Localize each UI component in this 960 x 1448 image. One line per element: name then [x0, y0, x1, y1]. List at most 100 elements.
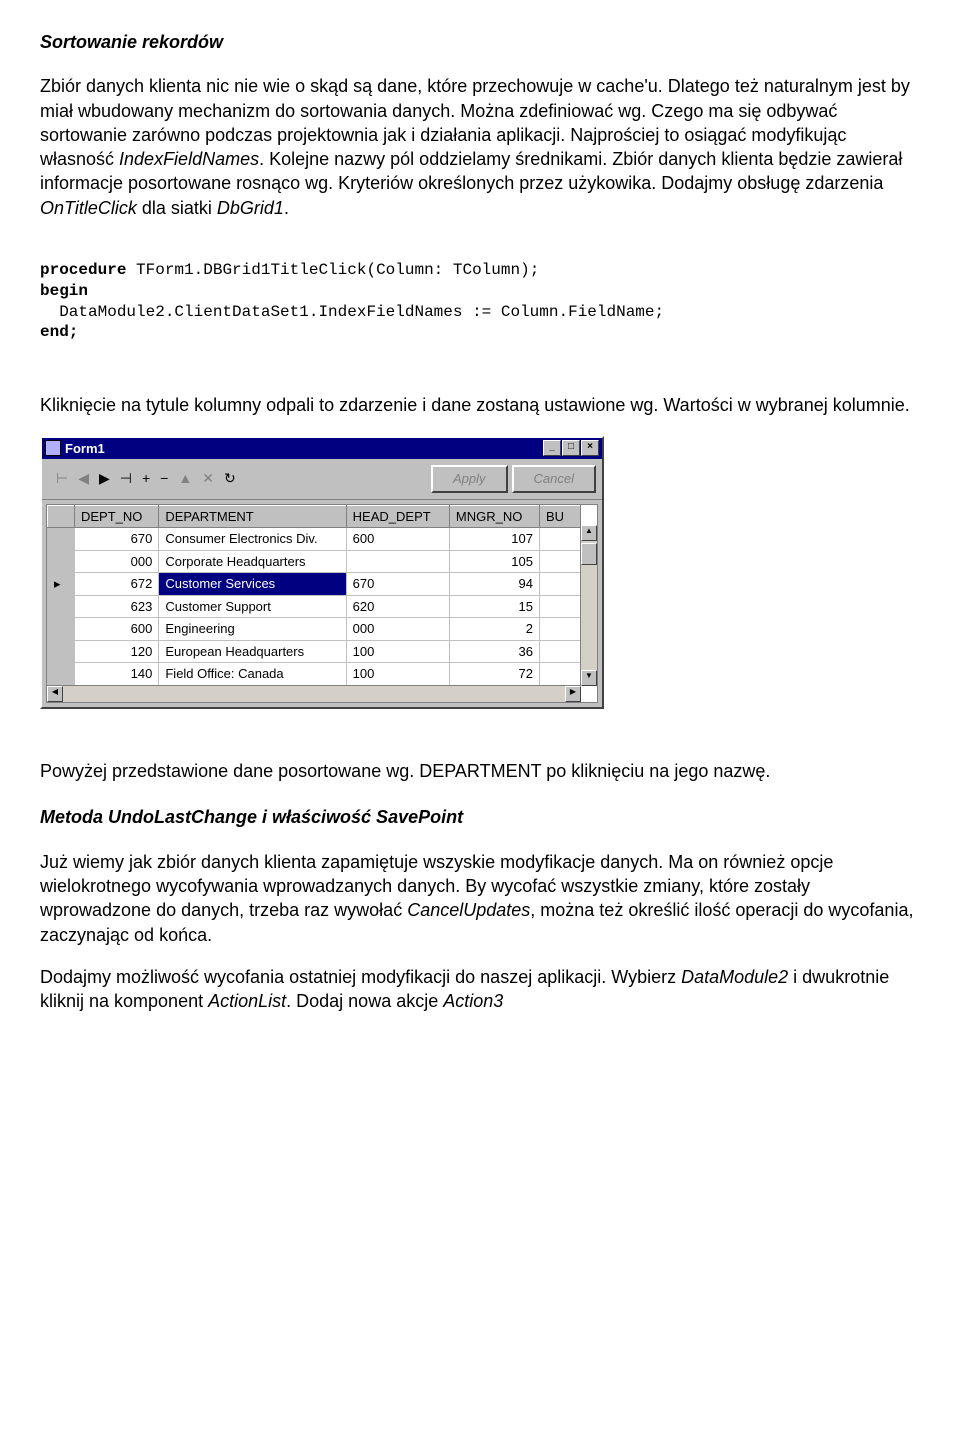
identifier: CancelUpdates [407, 900, 530, 920]
nav-cancel-icon[interactable]: ✕ [202, 469, 214, 488]
scroll-up-icon[interactable]: ▲ [581, 525, 597, 541]
nav-delete-icon[interactable]: − [160, 469, 168, 488]
identifier: OnTitleClick [40, 198, 137, 218]
nav-prev-icon[interactable]: ◀ [78, 469, 89, 488]
table-row[interactable]: 670Consumer Electronics Div.600107 [48, 528, 581, 551]
row-indicator [48, 640, 75, 663]
cell[interactable]: 000 [346, 618, 449, 641]
scroll-right-icon[interactable]: ▶ [565, 686, 581, 702]
form-icon [45, 440, 61, 456]
article-heading: Sortowanie rekordów [40, 30, 920, 54]
toolbar: ⊢ ◀ ▶ ⊣ + − ▲ ✕ ↻ Apply Cancel [42, 459, 602, 500]
titlebar[interactable]: Form1 _ □ × [42, 438, 602, 460]
db-navigator: ⊢ ◀ ▶ ⊣ + − ▲ ✕ ↻ [48, 467, 244, 490]
apply-button[interactable]: Apply [431, 465, 508, 493]
code-keyword: begin [40, 282, 88, 300]
text: . [284, 198, 289, 218]
paragraph-4: Już wiemy jak zbiór danych klienta zapam… [40, 850, 920, 947]
cell[interactable]: 36 [449, 640, 539, 663]
nav-edit-icon[interactable]: ▲ [178, 469, 192, 488]
cell[interactable]: 107 [449, 528, 539, 551]
text: Dodajmy możliwość wycofania ostatniej mo… [40, 967, 681, 987]
identifier: DbGrid1 [217, 198, 284, 218]
row-indicator: ▸ [48, 573, 75, 596]
nav-insert-icon[interactable]: + [142, 469, 150, 488]
cell[interactable]: 100 [346, 663, 449, 686]
cell[interactable]: 94 [449, 573, 539, 596]
nav-next-icon[interactable]: ▶ [99, 469, 110, 488]
cell[interactable] [540, 595, 581, 618]
identifier: Action3 [443, 991, 503, 1011]
col-header-department[interactable]: DEPARTMENT [159, 505, 346, 528]
table-row[interactable]: 120European Headquarters10036 [48, 640, 581, 663]
cancel-button[interactable]: Cancel [512, 465, 596, 493]
cell[interactable]: 140 [75, 663, 159, 686]
maximize-button[interactable]: □ [562, 440, 580, 456]
table-row[interactable]: 000Corporate Headquarters 105 [48, 550, 581, 573]
cell[interactable]: Engineering [159, 618, 346, 641]
text: . Dodaj nowa akcje [286, 991, 443, 1011]
cell[interactable]: Customer Support [159, 595, 346, 618]
db-grid[interactable]: DEPT_NO DEPARTMENT HEAD_DEPT MNGR_NO BU … [46, 504, 598, 703]
row-indicator [48, 595, 75, 618]
cell[interactable]: 15 [449, 595, 539, 618]
cell[interactable] [540, 573, 581, 596]
paragraph-3: Powyżej przedstawione dane posortowane w… [40, 759, 920, 783]
vertical-scrollbar[interactable]: ▲ ▼ [580, 525, 597, 686]
cell[interactable]: 670 [75, 528, 159, 551]
horizontal-scrollbar[interactable]: ◀ ▶ [47, 685, 581, 702]
cell[interactable]: Field Office: Canada [159, 663, 346, 686]
cell[interactable]: 2 [449, 618, 539, 641]
code-keyword: end; [40, 323, 78, 341]
cell[interactable] [540, 550, 581, 573]
table-row[interactable]: 600Engineering0002 [48, 618, 581, 641]
cell[interactable] [540, 640, 581, 663]
close-button[interactable]: × [581, 440, 599, 456]
cell[interactable]: 105 [449, 550, 539, 573]
article-heading-2: Metoda UndoLastChange i właściwość SaveP… [40, 805, 920, 829]
cell[interactable]: 620 [346, 595, 449, 618]
cell[interactable]: Corporate Headquarters [159, 550, 346, 573]
identifier: ActionList [208, 991, 286, 1011]
cell[interactable]: 100 [346, 640, 449, 663]
table-row[interactable]: 140Field Office: Canada10072 [48, 663, 581, 686]
code-block: procedure TForm1.DBGrid1TitleClick(Colum… [40, 260, 920, 343]
cell[interactable] [540, 618, 581, 641]
nav-last-icon[interactable]: ⊣ [120, 469, 132, 488]
cell[interactable] [540, 528, 581, 551]
col-header-headdept[interactable]: HEAD_DEPT [346, 505, 449, 528]
table-row[interactable]: ▸672Customer Services67094 [48, 573, 581, 596]
row-indicator [48, 550, 75, 573]
scroll-thumb[interactable] [581, 543, 597, 565]
cell[interactable]: Customer Services [159, 573, 346, 596]
cell[interactable]: 623 [75, 595, 159, 618]
form1-window: Form1 _ □ × ⊢ ◀ ▶ ⊣ + − ▲ ✕ ↻ Apply Canc… [40, 436, 604, 709]
cell[interactable]: 72 [449, 663, 539, 686]
cell[interactable]: 120 [75, 640, 159, 663]
cell[interactable] [540, 663, 581, 686]
row-indicator [48, 528, 75, 551]
nav-refresh-icon[interactable]: ↻ [224, 469, 236, 488]
cell[interactable]: European Headquarters [159, 640, 346, 663]
row-indicator [48, 618, 75, 641]
nav-first-icon[interactable]: ⊢ [56, 469, 68, 488]
row-indicator-header [48, 505, 75, 528]
cell[interactable]: 670 [346, 573, 449, 596]
scroll-down-icon[interactable]: ▼ [581, 670, 597, 686]
table-row[interactable]: 623Customer Support62015 [48, 595, 581, 618]
cell[interactable]: 600 [75, 618, 159, 641]
cell[interactable] [346, 550, 449, 573]
scroll-left-icon[interactable]: ◀ [47, 686, 63, 702]
col-header-deptno[interactable]: DEPT_NO [75, 505, 159, 528]
cell[interactable]: 000 [75, 550, 159, 573]
identifier: DataModule2 [681, 967, 788, 987]
cell[interactable]: 600 [346, 528, 449, 551]
minimize-button[interactable]: _ [543, 440, 561, 456]
row-indicator [48, 663, 75, 686]
col-header-bu[interactable]: BU [540, 505, 581, 528]
text: dla siatki [137, 198, 217, 218]
cell[interactable]: Consumer Electronics Div. [159, 528, 346, 551]
window-title: Form1 [65, 440, 105, 458]
col-header-mngrno[interactable]: MNGR_NO [449, 505, 539, 528]
cell[interactable]: 672 [75, 573, 159, 596]
